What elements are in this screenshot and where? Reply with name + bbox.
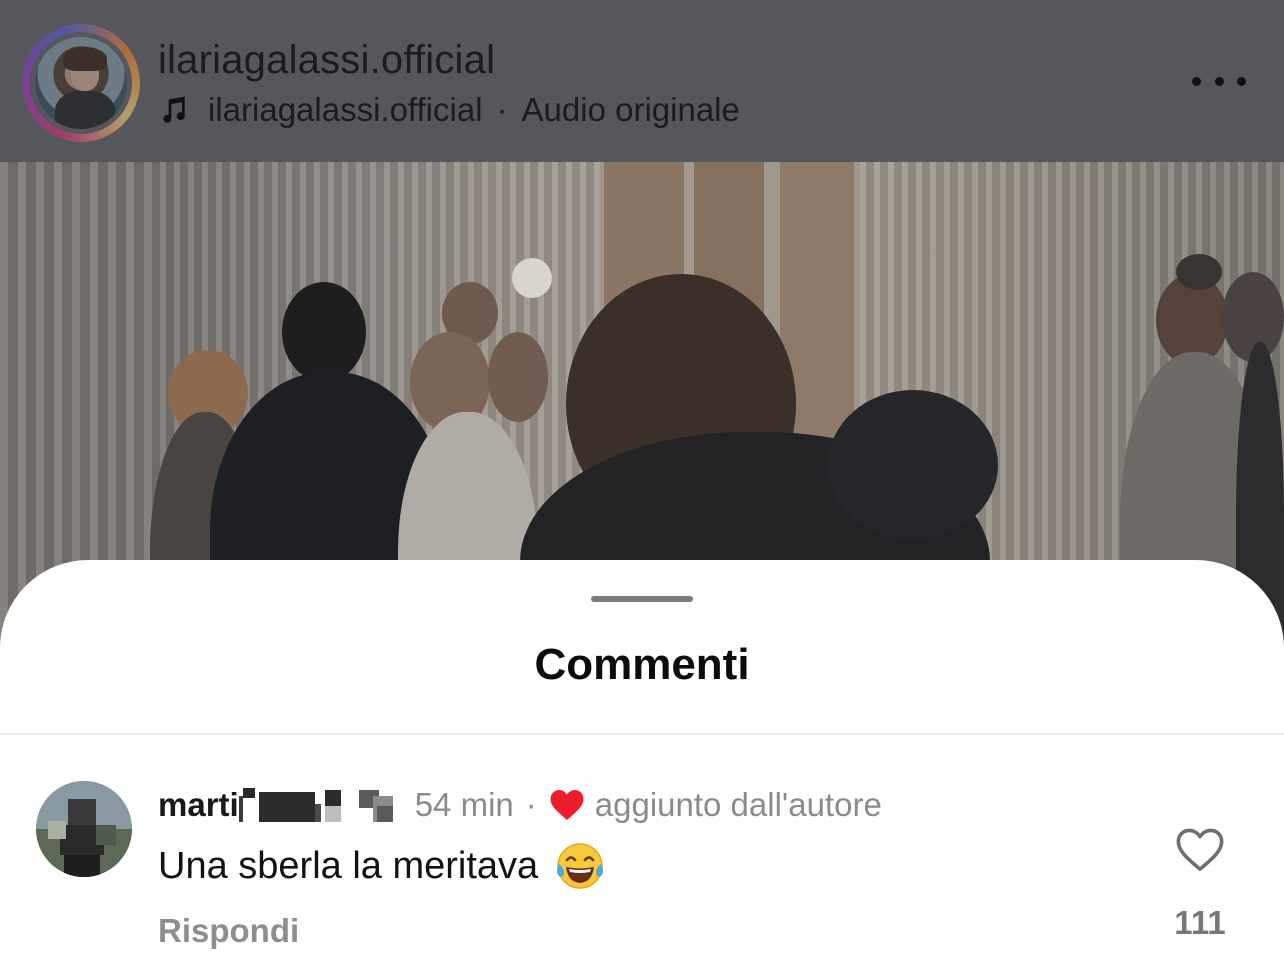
like-count: 111	[1174, 904, 1226, 941]
more-options-button[interactable]	[1192, 66, 1246, 96]
more-horizontal-icon	[1192, 76, 1201, 86]
profile-avatar[interactable]	[35, 37, 127, 129]
comment-avatar[interactable]	[36, 781, 132, 877]
author-liked-heart-icon	[550, 790, 584, 820]
comment-author[interactable]: marti	[158, 786, 239, 824]
liked-by-author-label: aggiunto dall'autore	[594, 786, 882, 823]
heart-outline-icon[interactable]	[1175, 826, 1225, 874]
header-divider	[0, 733, 1284, 735]
comment-text-row: Una sberla la meritava	[158, 840, 606, 892]
tears-of-joy-emoji-icon	[557, 843, 604, 889]
audio-label: Audio originale	[521, 91, 740, 128]
profile-username[interactable]: ilariagalassi.official	[158, 38, 495, 83]
sheet-drag-handle[interactable]	[591, 596, 693, 602]
comment-time: 54 min	[414, 786, 514, 823]
audio-separator: ·	[496, 91, 508, 128]
sheet-title: Commenti	[534, 640, 750, 689]
redacted-username	[238, 788, 405, 822]
audio-author: ilariagalassi.official	[208, 91, 483, 128]
reply-button[interactable]: Rispondi	[158, 912, 299, 950]
comment-meta: marti 54 min · aggiunto dall'autore	[158, 784, 882, 826]
meta-separator: ·	[525, 786, 537, 823]
music-note-icon	[163, 96, 185, 123]
audio-attribution[interactable]: ilariagalassi.official · Audio originale	[158, 90, 740, 130]
comment-text: Una sberla la meritava	[158, 844, 539, 887]
reel-header: ilariagalassi.official ilariagalassi.off…	[0, 0, 1284, 162]
